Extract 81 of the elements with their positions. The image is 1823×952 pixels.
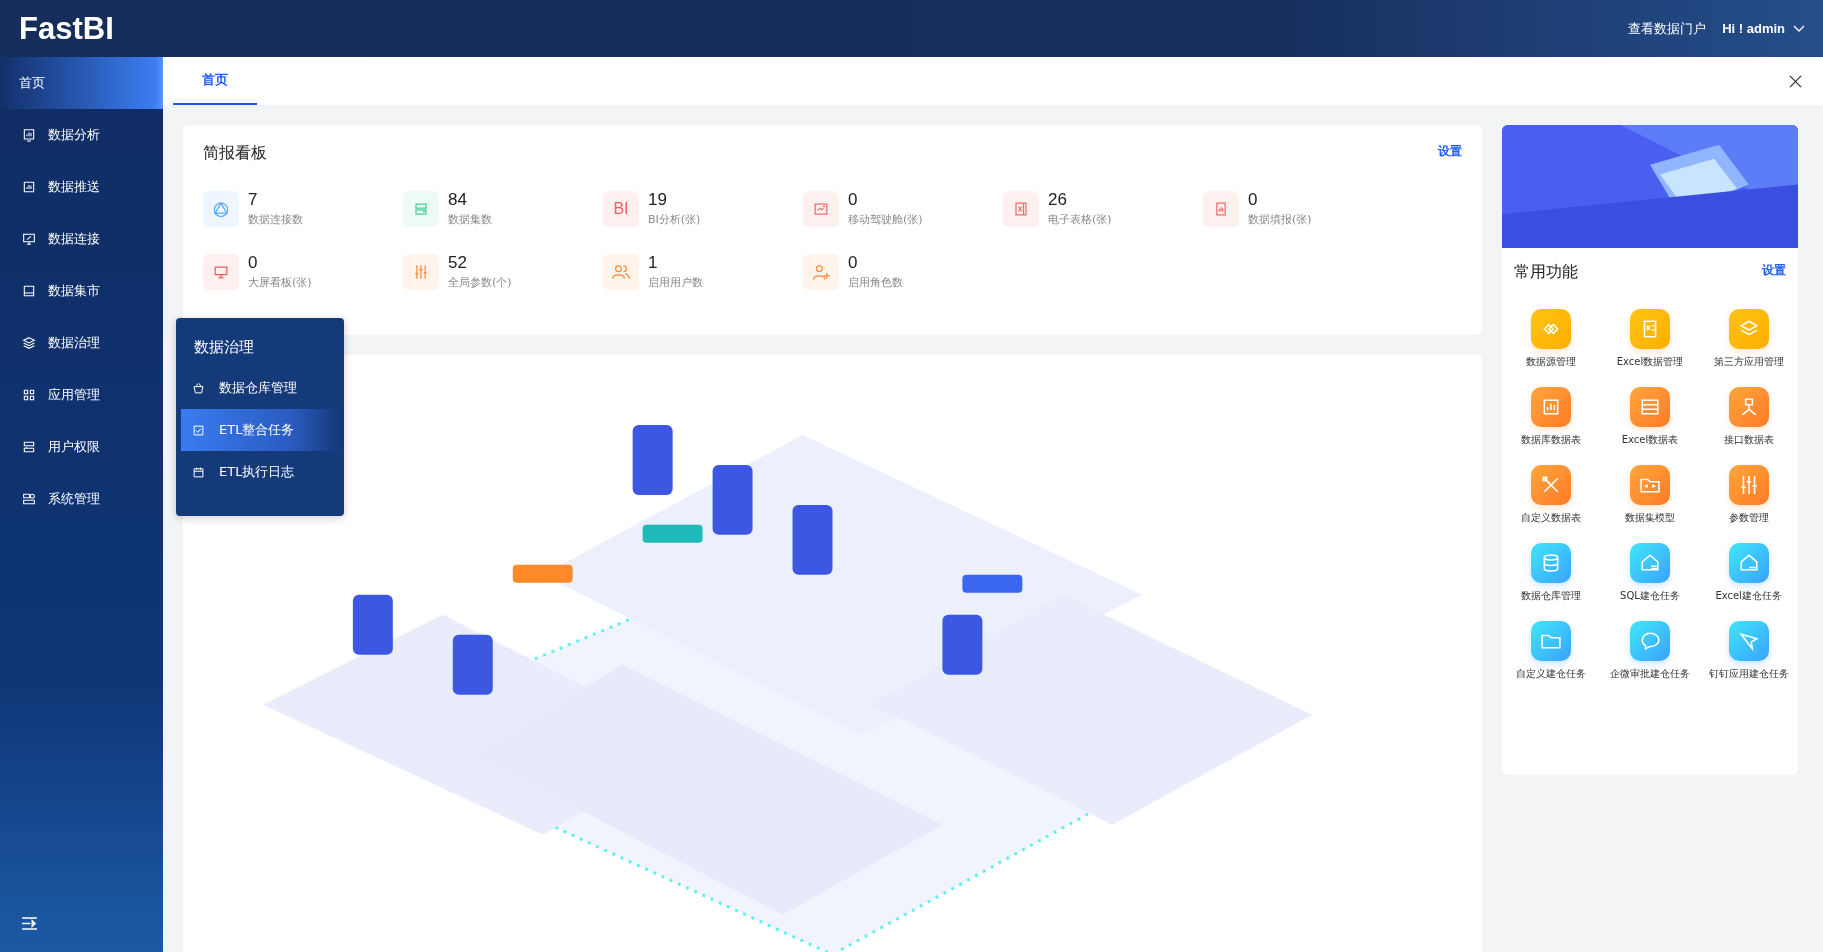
shortcut-label[interactable]: 自定义数据表 — [1521, 511, 1582, 525]
house-icon[interactable] — [1630, 543, 1670, 583]
shortcut-label[interactable]: 企微审批建仓任务 — [1610, 667, 1690, 681]
caret-icon — [1793, 24, 1805, 33]
shortcut-label[interactable]: 参数管理 — [1728, 511, 1769, 525]
shortcut-label[interactable]: 数据库数据表 — [1521, 433, 1582, 447]
sidebar-item[interactable]: 应用管理 — [0, 369, 163, 421]
folder-icon[interactable] — [1630, 465, 1670, 505]
settings-link[interactable]: 设置 — [1438, 143, 1462, 160]
chart-icon[interactable] — [1531, 387, 1572, 427]
sidebar-item[interactable]: 系统管理 — [0, 473, 163, 525]
menu-collapse-icon[interactable] — [21, 917, 38, 930]
stat-value: 26 — [1048, 190, 1068, 210]
stat-value: 0 — [848, 190, 859, 210]
stat-label: 启用用户数 — [648, 275, 703, 290]
table-icon[interactable] — [1630, 387, 1670, 427]
checkbox-icon — [191, 422, 206, 438]
shortcut-label[interactable]: 数据源管理 — [1526, 355, 1577, 369]
laptop-icon — [21, 283, 37, 299]
submenu-item[interactable]: ETL执行日志 — [181, 451, 339, 493]
basket-icon — [191, 380, 206, 396]
stat-value: 19 — [648, 190, 668, 210]
excel-icon[interactable] — [1630, 309, 1670, 349]
shortcut-label[interactable]: 钉钉应用建仓任务 — [1708, 667, 1789, 681]
stat-value: 0 — [1248, 190, 1259, 210]
stat-label: 数据集数 — [448, 212, 492, 227]
stat-label: 数据填报(张) — [1248, 212, 1312, 227]
stat-label: 电子表格(张) — [1048, 212, 1112, 227]
shortcut-label[interactable]: 数据集模型 — [1625, 511, 1675, 525]
grid-icon — [21, 387, 37, 403]
settings-link[interactable]: 设置 — [1762, 262, 1786, 279]
chart-icon — [21, 127, 37, 143]
chart-icon — [21, 179, 37, 195]
user-menu[interactable]: Hi ! admin — [1722, 21, 1805, 36]
shortcut-label[interactable]: 数据仓库管理 — [1521, 589, 1582, 603]
page-tab[interactable]: 首页 — [173, 57, 257, 105]
sidebar-item[interactable]: 数据治理 — [0, 317, 163, 369]
submenu-item[interactable]: ETL整合任务 — [181, 409, 339, 451]
stat-label: 全局参数(个) — [448, 275, 512, 290]
shortcut-label[interactable]: 自定义建仓任务 — [1516, 667, 1587, 681]
monitor-icon — [21, 231, 37, 247]
network-icon[interactable] — [1728, 387, 1769, 427]
stat-value: 84 — [448, 190, 468, 210]
bi-icon: BI — [613, 199, 629, 218]
sidebar-item[interactable]: 首页 — [0, 57, 163, 109]
stat-value: 0 — [848, 253, 859, 273]
sidebar-item[interactable]: 用户权限 — [0, 421, 163, 473]
shortcut-label[interactable]: 第三方应用管理 — [1713, 355, 1784, 369]
sidebar-item[interactable]: 数据推送 — [0, 161, 163, 213]
stat-label: 数据连接数 — [248, 212, 303, 227]
house-icon[interactable] — [1728, 543, 1769, 583]
shortcut-label[interactable]: Excel建仓任务 — [1715, 589, 1782, 603]
database-icon[interactable] — [1531, 543, 1572, 583]
submenu-item[interactable]: 数据仓库管理 — [181, 367, 339, 409]
stat-value: 7 — [248, 190, 259, 210]
layers-icon[interactable] — [1728, 309, 1769, 349]
portal-link[interactable]: 查看数据门户 — [1628, 19, 1707, 38]
card-title: 常用功能 — [1514, 262, 1578, 283]
chat-icon[interactable] — [1630, 621, 1670, 661]
stat-label: BI分析(张) — [648, 212, 701, 227]
stat-value: 52 — [448, 253, 468, 273]
folder-icon[interactable] — [1531, 621, 1572, 661]
shortcut-label[interactable]: 接口数据表 — [1723, 433, 1774, 447]
app-logo: FastBI — [19, 10, 114, 47]
stat-label: 移动驾驶舱(张) — [848, 212, 923, 227]
sidebar-item[interactable]: 数据连接 — [0, 213, 163, 265]
link-icon[interactable] — [1531, 309, 1572, 349]
card-title: 简报看板 — [203, 143, 267, 164]
shortcut-label[interactable]: Excel数据表 — [1621, 433, 1679, 447]
stat-label: 大屏看板(张) — [248, 275, 312, 290]
sliders-icon[interactable] — [1728, 465, 1769, 505]
shortcut-label[interactable]: SQL建仓任务 — [1620, 589, 1680, 603]
shortcut-label[interactable]: Excel数据管理 — [1616, 355, 1684, 369]
submenu-title: 数据治理 — [193, 338, 255, 357]
sidebar-item[interactable]: 数据分析 — [0, 109, 163, 161]
stat-value: 0 — [248, 253, 259, 273]
stat-label: 启用角色数 — [848, 275, 903, 290]
layers-icon — [21, 335, 37, 351]
close-icon[interactable] — [1789, 75, 1802, 88]
stat-value: 1 — [648, 253, 659, 273]
sidebar-item[interactable]: 数据集市 — [0, 265, 163, 317]
